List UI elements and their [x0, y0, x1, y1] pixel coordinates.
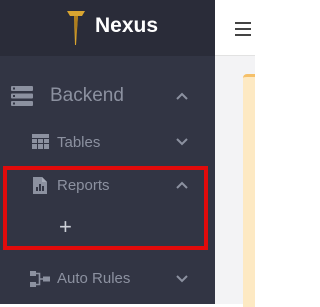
sidebar-item-auto-rules[interactable]: Auto Rules	[0, 262, 215, 298]
add-report-button[interactable]: +	[55, 214, 81, 240]
chevron-up-icon	[176, 181, 188, 189]
chevron-up-icon	[176, 92, 188, 100]
sidebar-item-reports[interactable]: Reports	[0, 168, 215, 204]
file-chart-icon	[33, 177, 47, 194]
sidebar-item-label: Tables	[57, 134, 101, 151]
trident-icon	[67, 11, 85, 45]
content-card	[243, 74, 255, 307]
server-stack-icon	[11, 86, 33, 106]
sidebar-item-label: Backend	[50, 85, 124, 106]
hamburger-menu-icon[interactable]	[235, 22, 251, 36]
sidebar-item-label: Reports	[57, 177, 110, 194]
table-icon	[32, 134, 49, 149]
chevron-down-icon	[176, 138, 188, 146]
sidebar: Nexus Backend Tables Reports + Auto Rule…	[0, 0, 215, 304]
brand-header[interactable]: Nexus	[0, 0, 215, 56]
sidebar-item-tables[interactable]: Tables	[0, 124, 215, 160]
main-content	[215, 56, 255, 307]
chevron-down-icon	[176, 275, 188, 283]
plus-icon: +	[59, 214, 72, 239]
sidebar-item-label: Auto Rules	[57, 270, 131, 287]
sitemap-icon	[30, 271, 50, 287]
brand-name: Nexus	[95, 14, 159, 37]
top-bar	[215, 0, 255, 56]
sidebar-item-backend[interactable]: Backend	[0, 76, 215, 116]
